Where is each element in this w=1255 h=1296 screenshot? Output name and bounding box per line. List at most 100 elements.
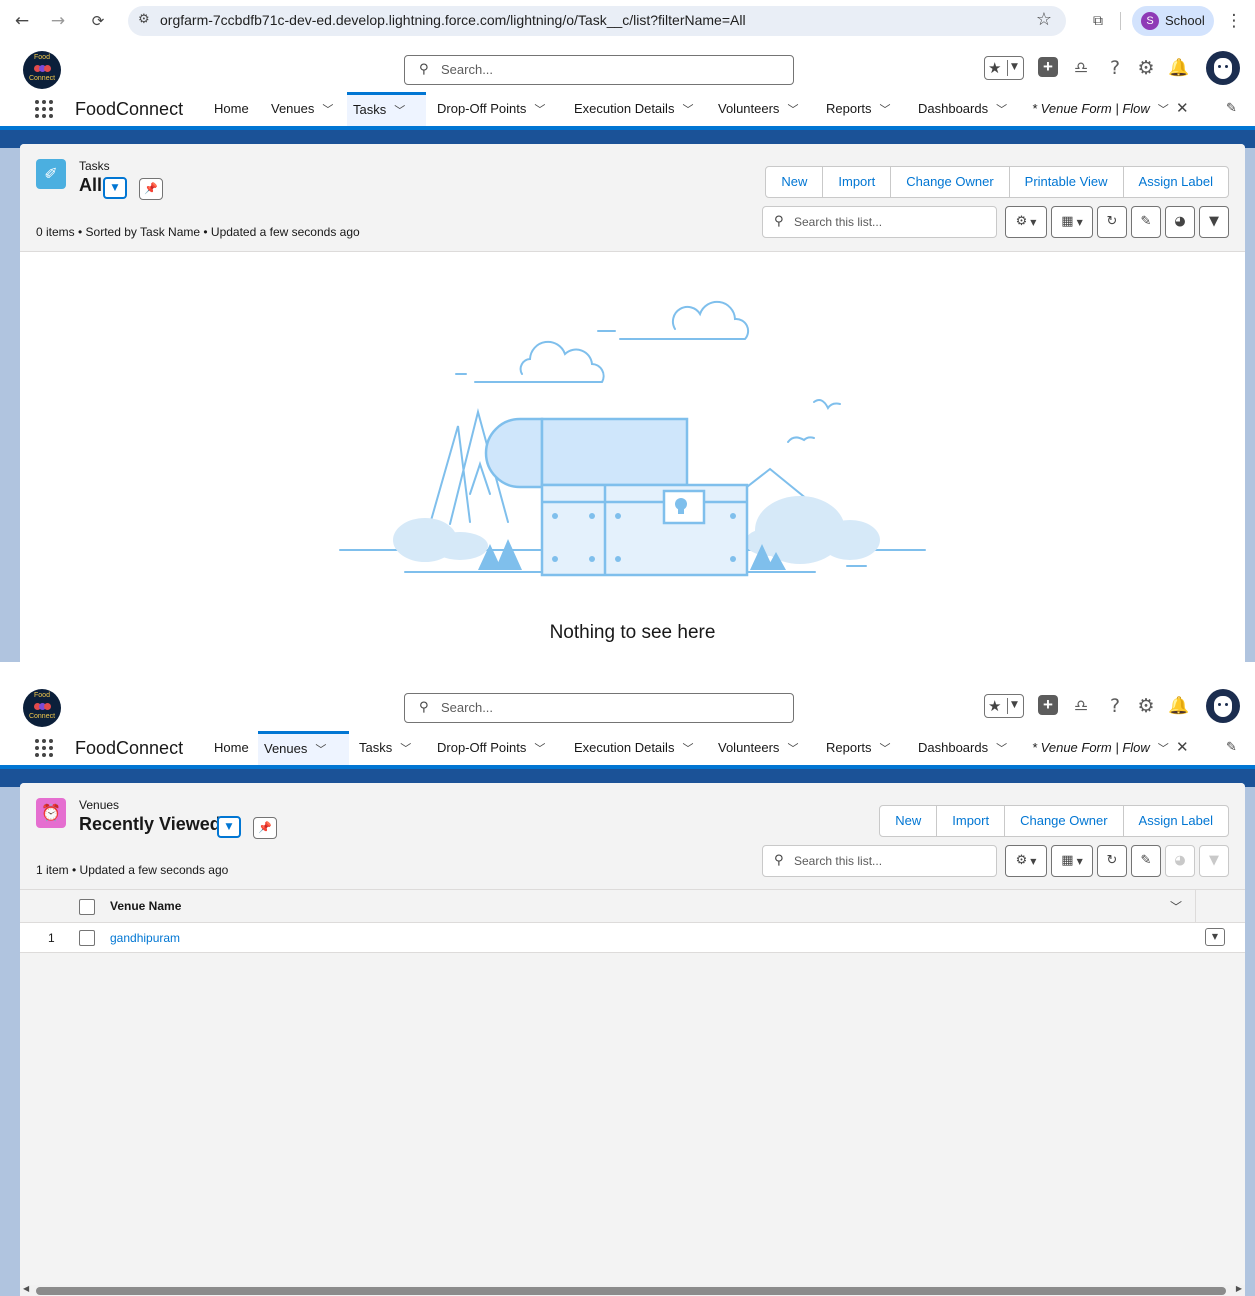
nav-item-tasks[interactable]: Tasks ﹀ (353, 731, 417, 769)
app-launcher-icon[interactable] (35, 739, 55, 759)
bell-icon[interactable]: 🔔 (1166, 55, 1192, 81)
import-button[interactable]: Import (822, 167, 890, 197)
nav-item-drop-off-points[interactable]: Drop-Off Points ﹀ (431, 731, 551, 769)
new-button[interactable]: New (880, 806, 936, 836)
list-search[interactable]: ⚲ (762, 206, 997, 238)
nav-item-execution-details[interactable]: Execution Details ﹀ (568, 731, 699, 769)
global-search[interactable]: ⚲ (404, 55, 794, 85)
bell-icon[interactable]: 🔔 (1166, 693, 1192, 719)
change-owner-button[interactable]: Change Owner (1004, 806, 1122, 836)
assign-label-button[interactable]: Assign Label (1122, 806, 1228, 836)
help-icon[interactable]: ? (1102, 55, 1128, 81)
extensions-icon[interactable]: ⧉ (1086, 9, 1110, 33)
global-search-input[interactable] (441, 700, 781, 715)
scrollbar-thumb[interactable] (36, 1287, 1226, 1295)
app-logo[interactable]: Food Connect (23, 689, 61, 727)
trailhead-icon[interactable]: ♎ (1068, 693, 1094, 719)
global-actions-plus-icon[interactable]: + (1038, 695, 1058, 715)
import-button[interactable]: Import (936, 806, 1004, 836)
nav-item-home[interactable]: Home (208, 92, 255, 130)
nav-item-reports[interactable]: Reports ﹀ (820, 92, 897, 130)
edit-nav-icon[interactable]: ✎ (1226, 101, 1237, 116)
nav-item-venues[interactable]: Venues ﹀ (265, 92, 339, 130)
assign-label-button[interactable]: Assign Label (1122, 167, 1228, 197)
nav-item-home[interactable]: Home (208, 731, 255, 769)
gear-icon[interactable]: ⚙ (1133, 55, 1159, 81)
url-text[interactable]: orgfarm-7ccbdfb71c-dev-ed.develop.lightn… (160, 12, 746, 28)
global-search-input[interactable] (441, 62, 781, 77)
nav-item-venue-form-flow[interactable]: * Venue Form | Flow ﹀ (1026, 731, 1175, 769)
display-as-table-button[interactable]: ▦ ▼ (1051, 206, 1093, 238)
list-view-dropdown-icon[interactable]: ▼ (103, 177, 127, 199)
site-info-icon[interactable]: ⚙ (138, 12, 150, 27)
favorites-button[interactable]: ★ ▼ (984, 694, 1024, 718)
display-as-table-button[interactable]: ▦ ▼ (1051, 845, 1093, 877)
nav-item-reports[interactable]: Reports ﹀ (820, 731, 897, 769)
new-button[interactable]: New (766, 167, 822, 197)
list-actions: New Import Change Owner Assign Label (879, 805, 1229, 837)
global-search[interactable]: ⚲ (404, 693, 794, 723)
row-actions-chevron-icon[interactable]: ▼ (1205, 928, 1225, 946)
chart-icon[interactable]: ◕ (1165, 845, 1195, 877)
filter-icon[interactable]: ▼ (1199, 206, 1229, 238)
empty-state-illustration (339, 300, 926, 577)
pin-icon[interactable]: 📌 (139, 178, 163, 200)
close-tab-icon[interactable]: ✕ (1176, 99, 1189, 117)
edit-list-icon[interactable]: ✎ (1131, 845, 1161, 877)
row-number: 1 (48, 931, 55, 945)
scroll-left-icon[interactable]: ◀ (23, 1284, 29, 1293)
nav-item-tasks[interactable]: Tasks ﹀ (347, 92, 426, 130)
address-bar[interactable]: ⚙ orgfarm-7ccbdfb71c-dev-ed.develop.ligh… (128, 6, 1066, 36)
scroll-right-icon[interactable]: ▶ (1236, 1284, 1242, 1293)
edit-list-icon[interactable]: ✎ (1131, 206, 1161, 238)
change-owner-button[interactable]: Change Owner (890, 167, 1008, 197)
refresh-icon[interactable]: ↻ (1097, 206, 1127, 238)
app-logo[interactable]: Food Connect (23, 51, 61, 89)
nav-item-dashboards[interactable]: Dashboards ﹀ (912, 92, 1013, 130)
reload-icon[interactable]: ⟳ (86, 9, 110, 33)
chart-icon[interactable]: ◕ (1165, 206, 1195, 238)
nav-item-venue-form-flow[interactable]: * Venue Form | Flow ﹀ (1026, 92, 1175, 130)
back-icon[interactable]: ← (10, 9, 34, 33)
row-checkbox[interactable] (79, 930, 95, 946)
nav-item-dashboards[interactable]: Dashboards ﹀ (912, 731, 1013, 769)
gear-icon[interactable]: ⚙ (1133, 693, 1159, 719)
filter-icon[interactable]: ▼ (1199, 845, 1229, 877)
chevron-down-icon: ﹀ (394, 104, 406, 117)
list-search-input[interactable] (794, 854, 989, 868)
edit-nav-icon[interactable]: ✎ (1226, 740, 1237, 755)
help-icon[interactable]: ? (1102, 693, 1128, 719)
list-meta: 1 item • Updated a few seconds ago (36, 863, 229, 877)
list-view-dropdown-icon[interactable]: ▼ (217, 816, 241, 838)
list-settings-button[interactable]: ⚙ ▼ (1005, 206, 1047, 238)
forward-icon[interactable]: → (46, 9, 70, 33)
nav-item-execution-details[interactable]: Execution Details ﹀ (568, 92, 699, 130)
list-settings-button[interactable]: ⚙ ▼ (1005, 845, 1047, 877)
nav-item-volunteers[interactable]: Volunteers ﹀ (712, 92, 804, 130)
user-avatar[interactable] (1206, 51, 1240, 85)
pin-icon[interactable]: 📌 (253, 817, 277, 839)
list-search-input[interactable] (794, 215, 989, 229)
user-avatar[interactable] (1206, 689, 1240, 723)
list-search[interactable]: ⚲ (762, 845, 997, 877)
nav-item-venues[interactable]: Venues ﹀ (258, 731, 349, 769)
column-header-venue-name[interactable]: Venue Name (110, 899, 181, 913)
bookmark-star-icon[interactable]: ☆ (1036, 9, 1052, 30)
trailhead-icon[interactable]: ♎ (1068, 55, 1094, 81)
app-launcher-icon[interactable] (35, 100, 55, 120)
profile-chip[interactable]: S School (1132, 6, 1214, 36)
venue-name-link[interactable]: gandhipuram (110, 931, 180, 945)
global-actions-plus-icon[interactable]: + (1038, 57, 1058, 77)
printable-view-button[interactable]: Printable View (1008, 167, 1123, 197)
horizontal-scrollbar[interactable]: ◀ ▶ (20, 1284, 1245, 1296)
refresh-icon[interactable]: ↻ (1097, 845, 1127, 877)
nav-item-volunteers[interactable]: Volunteers ﹀ (712, 731, 804, 769)
column-menu-chevron-icon[interactable]: ﹀ (1170, 898, 1182, 915)
browser-menu-icon[interactable]: ⋮ (1222, 9, 1246, 33)
nav-item-drop-off-points[interactable]: Drop-Off Points ﹀ (431, 92, 551, 130)
close-tab-icon[interactable]: ✕ (1176, 738, 1189, 756)
select-all-checkbox[interactable] (79, 899, 95, 915)
tasks-list-card: ✐ Tasks All ▼ 📌 0 items • Sorted by Task… (20, 144, 1245, 662)
favorites-button[interactable]: ★ ▼ (984, 56, 1024, 80)
app-nav-bar: FoodConnect Home Venues ﹀ Tasks ﹀ Drop-Off… (0, 92, 1255, 130)
